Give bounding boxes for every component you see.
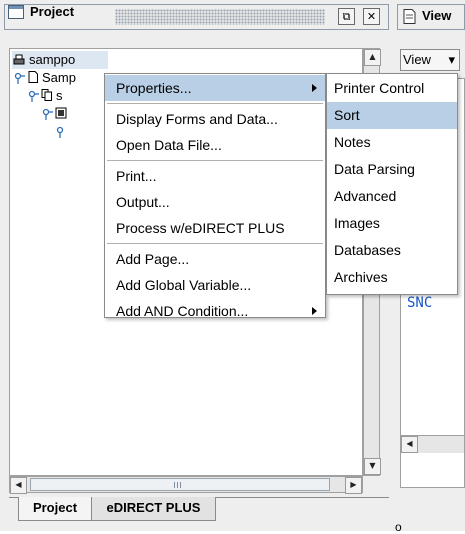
submenu-item-advanced[interactable]: Advanced	[327, 183, 457, 210]
submenu-arrow-icon	[312, 84, 317, 92]
view-title: View	[422, 8, 452, 23]
form-icon	[55, 107, 67, 119]
printer-icon	[13, 54, 25, 65]
status-text: o	[395, 520, 402, 534]
submenu-arrow-icon	[312, 307, 317, 315]
menu-item-print[interactable]: Print...	[105, 163, 325, 189]
project-title: Project	[30, 4, 75, 19]
tab-project[interactable]: Project	[18, 497, 92, 521]
editor-line: SNC	[407, 295, 433, 311]
scroll-left-icon[interactable]: ◀	[10, 477, 27, 494]
view-dropdown[interactable]: View ▾	[400, 49, 460, 71]
context-menu: Properties... Display Forms and Data... …	[104, 73, 326, 319]
close-icon[interactable]: ✕	[363, 8, 380, 25]
tree-item-root[interactable]: samppo	[12, 51, 108, 69]
document-icon	[28, 71, 38, 83]
tab-edirect-plus[interactable]: eDIRECT PLUS	[92, 497, 216, 521]
tree-label: s	[56, 88, 63, 103]
menu-item-output[interactable]: Output...	[105, 189, 325, 215]
menu-item-process[interactable]: Process w/eDIRECT PLUS	[105, 215, 325, 241]
expand-handle-icon[interactable]	[55, 126, 67, 138]
documents-icon	[41, 89, 52, 101]
scroll-down-icon[interactable]: ▼	[364, 458, 381, 475]
submenu-item-notes[interactable]: Notes	[327, 129, 457, 156]
tree-label: samppo	[29, 52, 76, 67]
scroll-up-icon[interactable]: ▲	[364, 49, 381, 66]
expand-handle-icon[interactable]	[27, 90, 39, 102]
chevron-down-icon: ▾	[448, 52, 455, 67]
tree-item-documents[interactable]: s	[26, 87, 106, 105]
scroll-thumb[interactable]	[30, 478, 330, 491]
window-icon	[8, 5, 24, 19]
scroll-right-icon[interactable]: ▶	[345, 477, 362, 494]
tree-item-node[interactable]	[54, 123, 94, 141]
horizontal-scrollbar[interactable]: ◀	[401, 435, 464, 453]
tree-item-form[interactable]	[40, 105, 100, 123]
expand-handle-icon[interactable]	[41, 108, 53, 120]
tree-item-document[interactable]: Samp	[12, 69, 108, 87]
submenu-item-data-parsing[interactable]: Data Parsing	[327, 156, 457, 183]
submenu-item-archives[interactable]: Archives	[327, 264, 457, 291]
submenu-item-images[interactable]: Images	[327, 210, 457, 237]
submenu-item-databases[interactable]: Databases	[327, 237, 457, 264]
tree-label: Samp	[42, 70, 76, 85]
submenu-item-sort[interactable]: Sort	[327, 102, 457, 129]
menu-item-display-forms[interactable]: Display Forms and Data...	[105, 106, 325, 132]
menu-item-add-page[interactable]: Add Page...	[105, 246, 325, 272]
view-titlebar[interactable]: View	[397, 4, 465, 30]
menu-item-add-and-condition[interactable]: Add AND Condition...	[105, 298, 325, 324]
horizontal-scrollbar[interactable]: ◀ ▶	[9, 476, 363, 494]
submenu-item-printer-control[interactable]: Printer Control	[327, 75, 457, 102]
expand-handle-icon[interactable]	[13, 72, 25, 84]
menu-item-open-data-file[interactable]: Open Data File...	[105, 132, 325, 158]
titlebar-grip	[115, 9, 325, 25]
scroll-left-icon[interactable]: ◀	[401, 436, 418, 453]
menu-item-add-global-variable[interactable]: Add Global Variable...	[105, 272, 325, 298]
menu-item-properties[interactable]: Properties...	[105, 75, 325, 101]
document-icon	[403, 9, 416, 24]
properties-submenu: Printer Control Sort Notes Data Parsing …	[326, 73, 458, 295]
view-dropdown-value: View	[403, 52, 431, 67]
undock-icon[interactable]: ⧉	[338, 8, 355, 25]
